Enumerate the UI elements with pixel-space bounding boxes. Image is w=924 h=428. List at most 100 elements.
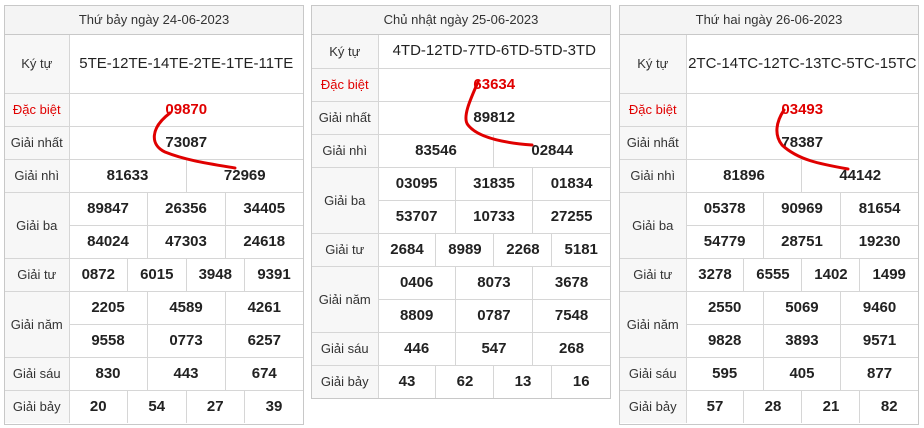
- giai-bay-value: 39: [244, 389, 303, 423]
- results-table: Ký tự 2TC-14TC-12TC-13TC-5TC-15TC Đặc bi…: [620, 35, 918, 423]
- giai-sau-value: 595: [685, 356, 764, 391]
- giai-nam-value: 8073: [454, 265, 534, 300]
- giai-nam-value: 9571: [840, 323, 918, 358]
- label-giai-ba: Giải ba: [620, 191, 687, 259]
- label-dac-biet: Đặc biệt: [620, 92, 687, 127]
- label-giai-tu: Giải tư: [312, 232, 379, 267]
- label-giai-nam: Giải năm: [620, 290, 687, 358]
- giai-nam-value: 0406: [377, 265, 456, 300]
- label-giai-tu: Giải tư: [620, 257, 687, 292]
- giai-bay-value: 27: [185, 389, 245, 423]
- giai-nam-value: 8809: [378, 298, 456, 333]
- giai-tu-value: 9391: [244, 257, 303, 292]
- giai-ba-value: 47303: [146, 224, 226, 259]
- giai-nam-value: 9558: [69, 323, 148, 358]
- giai-sau-value: 446: [377, 331, 456, 366]
- giai-nam-value: 4261: [224, 290, 303, 325]
- giai-ba-value: 01834: [532, 166, 610, 201]
- giai-nam-value: 5069: [762, 290, 842, 325]
- results-panel-3: Thứ hai ngày 26-06-2023 Ký tự 2TC-14TC-1…: [619, 5, 919, 425]
- giai-sau-value: 443: [146, 356, 226, 391]
- ky-tu-value: 2TC-14TC-12TC-13TC-5TC-15TC: [685, 35, 918, 94]
- dac-biet-value: 03493: [685, 92, 918, 127]
- giai-ba-value: 28751: [762, 224, 842, 259]
- giai-nam-value: 0773: [146, 323, 226, 358]
- giai-sau-value: 547: [454, 331, 534, 366]
- label-giai-tu: Giải tư: [5, 257, 70, 292]
- label-dac-biet: Đặc biệt: [312, 67, 379, 102]
- giai-nhi-value: 44142: [801, 158, 918, 193]
- giai-bay-value: 82: [859, 389, 918, 423]
- giai-ba-value: 24618: [224, 224, 303, 259]
- giai-tu-value: 2268: [493, 232, 553, 267]
- giai-nam-value: 9460: [840, 290, 918, 325]
- giai-nhi-value: 81896: [685, 158, 803, 193]
- giai-sau-value: 877: [840, 356, 918, 391]
- giai-tu-value: 2684: [377, 232, 437, 267]
- label-dac-biet: Đặc biệt: [5, 92, 70, 127]
- giai-ba-value: 03095: [377, 166, 456, 201]
- label-giai-ba: Giải ba: [5, 191, 70, 259]
- label-giai-ba: Giải ba: [312, 166, 379, 234]
- giai-sau-value: 830: [68, 356, 148, 391]
- giai-nam-value: 4589: [146, 290, 226, 325]
- label-giai-nhi: Giải nhì: [620, 158, 687, 193]
- dac-biet-value: 63634: [377, 67, 610, 102]
- giai-nam-value: 9828: [686, 323, 764, 358]
- giai-ba-value: 27255: [532, 199, 610, 234]
- giai-sau-value: 405: [762, 356, 842, 391]
- giai-nam-value: 6257: [224, 323, 303, 358]
- label-ky-tu: Ký tự: [620, 35, 687, 94]
- giai-ba-value: 31835: [454, 166, 534, 201]
- giai-nhi-value: 83546: [377, 133, 495, 168]
- ky-tu-value: 5TE-12TE-14TE-2TE-1TE-11TE: [68, 35, 303, 94]
- giai-sau-value: 674: [224, 356, 303, 391]
- giai-nam-value: 7548: [532, 298, 610, 333]
- giai-nhi-value: 72969: [185, 158, 303, 193]
- results-panel-1: Thứ bảy ngày 24-06-2023 Ký tự 5TE-12TE-1…: [4, 5, 304, 425]
- giai-nam-value: 3893: [762, 323, 842, 358]
- label-giai-nhat: Giải nhất: [5, 125, 70, 160]
- label-giai-nhat: Giải nhất: [620, 125, 687, 160]
- giai-bay-value: 28: [743, 389, 803, 423]
- results-panel-2: Chủ nhật ngày 25-06-2023 Ký tự 4TD-12TD-…: [311, 5, 611, 399]
- label-giai-bay: Giải bảy: [312, 364, 379, 398]
- giai-tu-value: 6555: [743, 257, 803, 292]
- panel-title: Chủ nhật ngày 25-06-2023: [312, 6, 610, 35]
- giai-ba-value: 10733: [454, 199, 534, 234]
- giai-nam-value: 0787: [454, 298, 534, 333]
- label-giai-sau: Giải sáu: [620, 356, 687, 391]
- giai-ba-value: 84024: [69, 224, 148, 259]
- giai-ba-value: 34405: [224, 191, 303, 226]
- giai-nhi-value: 81633: [68, 158, 187, 193]
- label-giai-bay: Giải bảy: [5, 389, 70, 423]
- label-giai-nam: Giải năm: [312, 265, 379, 333]
- dac-biet-value: 09870: [68, 92, 303, 127]
- giai-bay-value: 43: [377, 364, 437, 398]
- panel-title: Thứ hai ngày 26-06-2023: [620, 6, 918, 35]
- giai-bay-value: 54: [127, 389, 187, 423]
- label-giai-bay: Giải bảy: [620, 389, 687, 423]
- giai-nhat-value: 73087: [68, 125, 303, 160]
- results-table: Ký tự 4TD-12TD-7TD-6TD-5TD-3TD Đặc biệt …: [312, 35, 610, 398]
- label-ky-tu: Ký tự: [5, 35, 70, 94]
- results-table: Ký tự 5TE-12TE-14TE-2TE-1TE-11TE Đặc biệ…: [5, 35, 303, 423]
- giai-bay-value: 16: [551, 364, 610, 398]
- giai-nam-value: 3678: [532, 265, 610, 300]
- giai-bay-value: 13: [493, 364, 553, 398]
- giai-tu-value: 6015: [127, 257, 187, 292]
- giai-tu-value: 0872: [68, 257, 128, 292]
- giai-sau-value: 268: [532, 331, 610, 366]
- giai-ba-value: 05378: [685, 191, 764, 226]
- giai-bay-value: 20: [68, 389, 128, 423]
- label-giai-sau: Giải sáu: [5, 356, 70, 391]
- giai-tu-value: 5181: [551, 232, 610, 267]
- giai-bay-value: 21: [801, 389, 861, 423]
- panel-title: Thứ bảy ngày 24-06-2023: [5, 6, 303, 35]
- giai-nam-value: 2205: [68, 290, 148, 325]
- giai-ba-value: 81654: [840, 191, 918, 226]
- label-giai-nhi: Giải nhì: [312, 133, 379, 168]
- giai-ba-value: 19230: [840, 224, 918, 259]
- giai-bay-value: 62: [435, 364, 495, 398]
- giai-ba-value: 54779: [686, 224, 764, 259]
